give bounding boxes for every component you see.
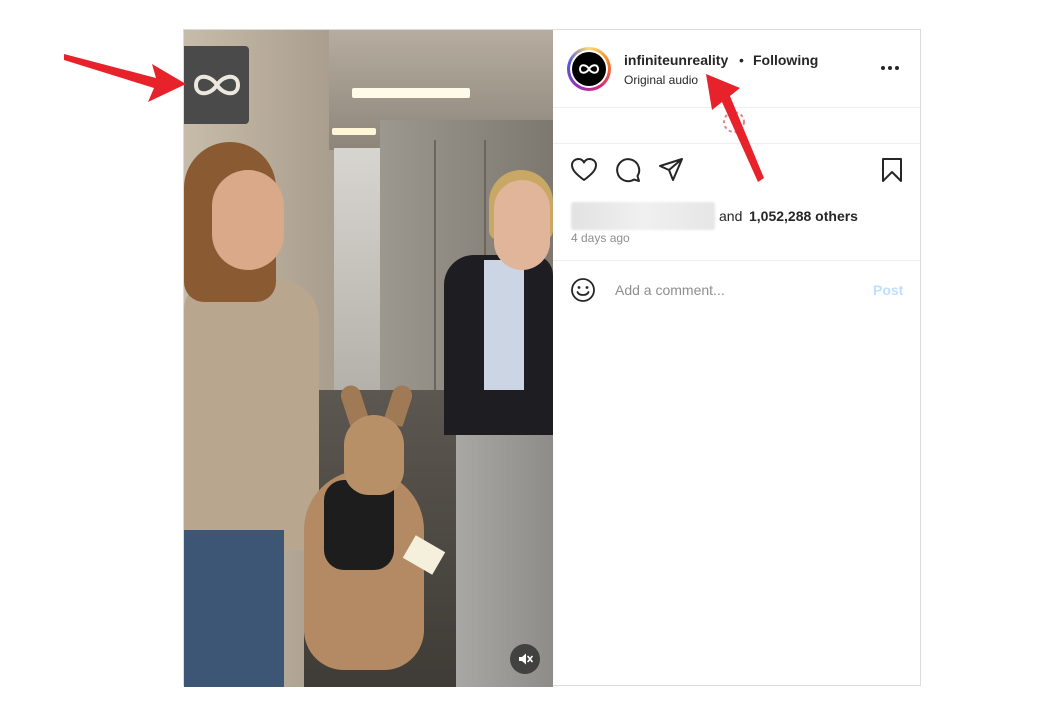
emoji-icon[interactable] xyxy=(570,277,596,303)
instagram-post: infiniteunreality • Following Original a… xyxy=(183,29,921,687)
infinity-logo-icon xyxy=(184,46,249,124)
send-icon[interactable] xyxy=(657,156,687,186)
muted-speaker-icon[interactable] xyxy=(510,644,540,674)
heart-icon[interactable] xyxy=(570,156,600,186)
comment-input[interactable]: Add a comment... xyxy=(615,282,725,298)
comment-bar: Add a comment... Post xyxy=(553,260,920,317)
bookmark-icon[interactable] xyxy=(878,156,908,186)
audio-label[interactable]: Original audio xyxy=(624,73,698,87)
post-comment-button[interactable]: Post xyxy=(873,282,903,298)
post-video[interactable] xyxy=(184,30,553,687)
annotation-arrow-left xyxy=(64,54,186,102)
more-horizontal-icon[interactable] xyxy=(879,58,901,78)
infinity-avatar-icon xyxy=(572,52,606,86)
post-timestamp[interactable]: 4 days ago xyxy=(571,231,630,245)
avatar[interactable] xyxy=(567,47,611,91)
annotation-arrow-right xyxy=(706,74,764,182)
comment-icon[interactable] xyxy=(614,156,644,186)
blurred-liker-names xyxy=(571,202,715,230)
likes-prefix: and xyxy=(719,208,743,224)
likes-count-link[interactable]: 1,052,288 others xyxy=(749,208,858,224)
